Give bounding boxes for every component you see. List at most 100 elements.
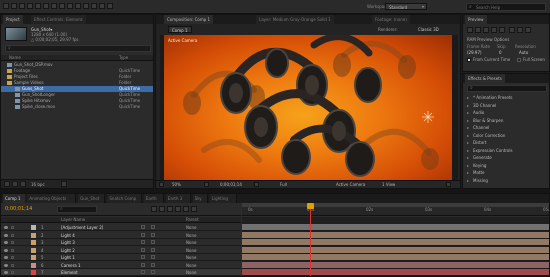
last-frame-button[interactable] [499, 27, 505, 33]
comp-mini-flowchart-icon[interactable] [151, 206, 157, 212]
timeline-tab[interactable]: Snatch Comp [107, 194, 142, 203]
layer-row[interactable]: 1 [Adjustment Layer 2] None [1, 224, 241, 231]
first-frame-button[interactable] [467, 27, 473, 33]
switch-shy-icon[interactable] [141, 232, 145, 237]
next-frame-button[interactable] [491, 27, 497, 33]
timeline-tab[interactable]: Lighting [209, 194, 237, 203]
effects-category[interactable]: ▸ Audio [463, 109, 549, 116]
ram-preview-button[interactable] [525, 27, 531, 33]
disclosure-triangle-icon[interactable]: ▸ [467, 94, 469, 101]
zoom-level[interactable]: 50% [172, 182, 181, 187]
pen-tool-icon[interactable] [59, 3, 65, 9]
timeline-tab[interactable]: Earth 3 [165, 194, 191, 203]
switch-shy-icon[interactable] [141, 225, 145, 229]
effects-category[interactable]: ▸ Color Correction [463, 132, 549, 139]
eraser-tool-icon[interactable] [91, 3, 97, 9]
layer-row[interactable]: 5 Light 1 None [1, 254, 241, 261]
switch-shy-icon[interactable] [141, 247, 145, 252]
tab-project[interactable]: Project [3, 15, 23, 24]
timeline-tab[interactable]: Earth [143, 194, 164, 203]
label-color-swatch[interactable] [31, 232, 36, 238]
puppet-tool-icon[interactable] [107, 3, 113, 9]
lock-icon[interactable] [11, 271, 14, 274]
layer-row[interactable]: 7 Element None [1, 269, 241, 276]
new-comp-icon[interactable] [20, 181, 26, 187]
switch-shy-icon[interactable] [141, 255, 145, 259]
frame-blending-icon[interactable] [175, 206, 181, 212]
view-camera-dropdown[interactable]: Active Camera [336, 182, 365, 187]
lock-icon[interactable] [11, 263, 14, 267]
switch-3d-icon[interactable] [151, 232, 155, 237]
parent-dropdown[interactable]: None [186, 232, 196, 239]
comp-subtab[interactable]: Comp 1 [168, 26, 192, 33]
disclosure-triangle-icon[interactable]: ▸ [467, 132, 469, 139]
resolution-value[interactable]: Auto [519, 50, 528, 55]
effects-category[interactable]: ▸ Blur & Sharpen [463, 117, 549, 124]
loop-button[interactable] [517, 27, 523, 33]
switch-shy-icon[interactable] [141, 262, 145, 267]
audio-button[interactable] [509, 27, 515, 33]
rotate-tool-icon[interactable] [27, 3, 33, 9]
project-item[interactable]: Spike_close.mov QuickTime [1, 104, 153, 110]
resolution-dropdown[interactable]: Full [280, 182, 287, 187]
label-color-swatch[interactable] [31, 255, 36, 260]
col-parent[interactable]: Parent [186, 217, 199, 222]
switch-shy-icon[interactable] [141, 270, 145, 274]
lock-icon[interactable] [11, 233, 14, 237]
disclosure-triangle-icon[interactable]: ▸ [467, 109, 469, 116]
motion-blur-icon[interactable] [183, 206, 189, 212]
effects-category[interactable]: ▸ Generate [463, 154, 549, 161]
clone-tool-icon[interactable] [83, 3, 89, 9]
ram-preview-options[interactable]: RAM Preview Options [467, 37, 509, 42]
interpret-footage-icon[interactable] [4, 181, 10, 187]
switch-shy-icon[interactable] [141, 240, 145, 244]
effects-category[interactable]: ▸ 3D Channel [463, 102, 549, 109]
visibility-eye-icon[interactable] [4, 271, 8, 274]
frame-rate-value[interactable]: (29.97) [467, 50, 482, 55]
layer-row[interactable]: 2 Light 4 None [1, 231, 241, 239]
label-color-swatch[interactable] [31, 240, 36, 245]
from-current-checkbox[interactable] [467, 58, 471, 62]
layer-duration-bar[interactable] [242, 231, 549, 239]
draft-3d-icon[interactable] [159, 206, 165, 212]
lock-icon[interactable] [11, 248, 14, 252]
effects-category[interactable]: ▸ Expression Controls [463, 147, 549, 154]
always-preview-icon[interactable] [159, 182, 164, 187]
bit-depth-label[interactable]: 16 bpc [31, 182, 45, 187]
mask-tool-icon[interactable] [51, 3, 57, 9]
layer-row[interactable]: 4 Light 2 None [1, 246, 241, 254]
col-layer-name[interactable]: Layer Name [61, 217, 85, 222]
trash-icon[interactable] [61, 181, 67, 187]
tab-composition[interactable]: Composition: Comp 1 [164, 15, 214, 24]
layer-duration-bar[interactable] [242, 246, 549, 254]
parent-dropdown[interactable]: None [186, 254, 196, 261]
disclosure-triangle-icon[interactable]: ▸ [467, 147, 469, 154]
tab-layer[interactable]: Layer: Medium Gray-Orange Solid 1 [256, 15, 334, 24]
tab-effect-controls[interactable]: Effect Controls: Element [31, 15, 86, 24]
hand-tool-icon[interactable] [11, 3, 17, 9]
label-color-swatch[interactable] [31, 225, 36, 230]
brush-tool-icon[interactable] [75, 3, 81, 9]
tab-effects-presets[interactable]: Effects & Presets [465, 74, 505, 83]
effects-category[interactable]: ▸ Keying [463, 162, 549, 169]
effects-category[interactable]: ▸ Missing [463, 177, 549, 184]
layer-duration-bar[interactable] [242, 224, 549, 231]
visibility-eye-icon[interactable] [4, 241, 8, 244]
selection-tool-icon[interactable] [3, 3, 9, 9]
disclosure-triangle-icon[interactable]: ▸ [467, 139, 469, 146]
layer-row[interactable]: 3 Light 3 None [1, 239, 241, 246]
new-folder-icon[interactable] [12, 181, 18, 187]
switch-3d-icon[interactable] [151, 240, 155, 244]
switch-3d-icon[interactable] [151, 247, 155, 252]
disclosure-triangle-icon[interactable]: ▸ [467, 162, 469, 169]
timeline-tab[interactable]: Gun_Shot [78, 194, 106, 203]
col-name[interactable]: Name [9, 55, 21, 60]
graph-editor-icon[interactable] [191, 206, 197, 212]
layer-row[interactable]: 6 Camera 1 None [1, 261, 241, 269]
pan-behind-tool-icon[interactable] [43, 3, 49, 9]
disclosure-triangle-icon[interactable]: ▸ [467, 169, 469, 176]
comp-timecode[interactable]: 0;00;01;14 [220, 182, 242, 187]
parent-dropdown[interactable]: None [186, 239, 196, 246]
workspace-dropdown[interactable]: Standard ▾ [385, 3, 427, 10]
renderer-value[interactable]: Classic 3D [418, 27, 439, 32]
